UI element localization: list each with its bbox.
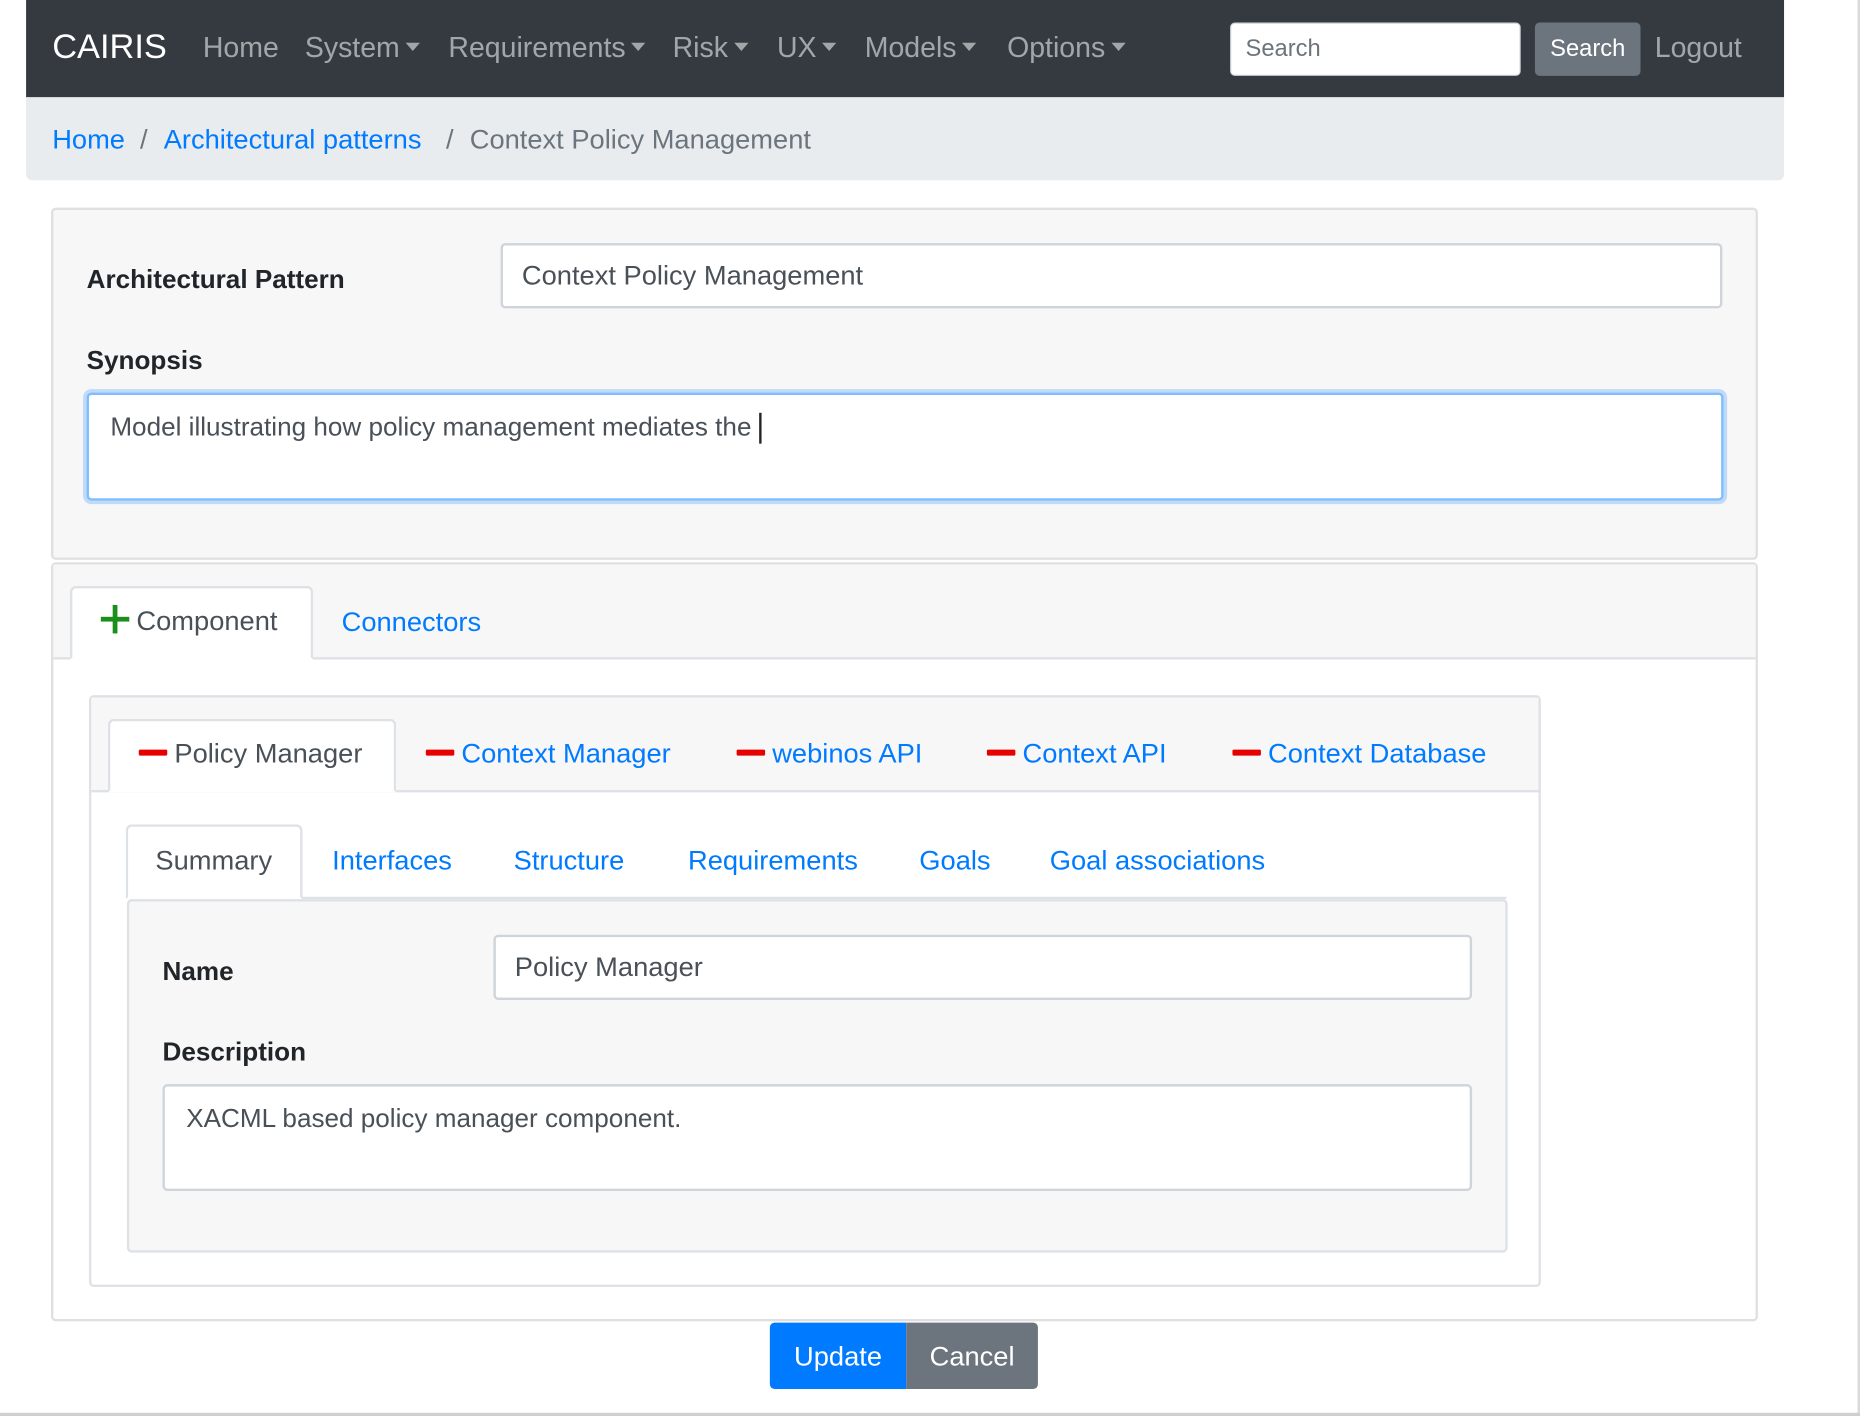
component-description-value: XACML based policy manager component. bbox=[186, 1103, 682, 1133]
synopsis-textarea[interactable]: Model illustrating how policy management… bbox=[86, 392, 1724, 501]
description-label: Description bbox=[162, 1036, 307, 1067]
nav-risk-label: Risk bbox=[672, 32, 728, 65]
caret-down-icon bbox=[631, 42, 646, 52]
caret-down-icon bbox=[405, 42, 420, 52]
tab-interfaces[interactable]: Interfaces bbox=[332, 845, 452, 877]
breadcrumb-separator: / bbox=[446, 123, 454, 155]
breadcrumb-architectural-patterns[interactable]: Architectural patterns bbox=[164, 123, 422, 155]
breadcrumb: Home / Architectural patterns / Context … bbox=[26, 97, 1785, 181]
tab-structure[interactable]: Structure bbox=[514, 845, 625, 877]
nav-models-dropdown[interactable]: Models bbox=[865, 32, 977, 65]
minus-icon[interactable] bbox=[138, 749, 168, 756]
tab-goal-associations[interactable]: Goal associations bbox=[1050, 845, 1265, 877]
nav-system-label: System bbox=[304, 32, 400, 65]
breadcrumb-current: Context Policy Management bbox=[469, 123, 811, 155]
tab-component-label: Component bbox=[136, 604, 278, 636]
synopsis-value: Model illustrating how policy management… bbox=[110, 411, 752, 442]
nav-risk-dropdown[interactable]: Risk bbox=[673, 32, 749, 65]
component-panel: Policy Manager Context Manager webinos A… bbox=[88, 695, 1541, 1288]
component-name-value: Policy Manager bbox=[514, 951, 703, 983]
tab-webinos-api[interactable]: webinos API bbox=[736, 737, 923, 770]
architectural-pattern-value: Context Policy Management bbox=[521, 259, 864, 291]
text-cursor bbox=[758, 413, 761, 444]
tab-context-manager[interactable]: Context Manager bbox=[425, 737, 671, 770]
tab-context-database-label: Context Database bbox=[1268, 737, 1487, 769]
nav-options-label: Options bbox=[1007, 32, 1106, 65]
summary-panel: Name Policy Manager Description XACML ba… bbox=[126, 899, 1508, 1253]
plus-icon[interactable] bbox=[100, 604, 130, 634]
cancel-button[interactable]: Cancel bbox=[906, 1322, 1038, 1390]
component-description-textarea[interactable]: XACML based policy manager component. bbox=[162, 1084, 1473, 1191]
tab-context-database[interactable]: Context Database bbox=[1232, 738, 1486, 770]
minus-icon[interactable] bbox=[736, 749, 766, 756]
nav-models-label: Models bbox=[864, 32, 957, 65]
architectural-pattern-field[interactable]: Context Policy Management bbox=[500, 243, 1723, 309]
search-button[interactable]: Search bbox=[1534, 22, 1641, 76]
breadcrumb-separator: / bbox=[139, 123, 148, 155]
tab-goals[interactable]: Goals bbox=[919, 845, 990, 877]
logout-link[interactable]: Logout bbox=[1655, 32, 1742, 65]
nav-home-label: Home bbox=[202, 32, 279, 65]
search-input[interactable] bbox=[1230, 22, 1521, 76]
architectural-pattern-label: Architectural Pattern bbox=[86, 264, 345, 295]
pattern-form-panel: Architectural Pattern Context Policy Man… bbox=[51, 207, 1758, 560]
nav-requirements-dropdown[interactable]: Requirements bbox=[448, 32, 646, 65]
tab-component[interactable]: Component bbox=[69, 585, 314, 660]
caret-down-icon bbox=[1111, 42, 1126, 52]
top-navbar: CAIRIS Home System Requirements Risk UX … bbox=[26, 0, 1785, 98]
name-label: Name bbox=[162, 956, 234, 986]
page: CAIRIS Home System Requirements Risk UX … bbox=[0, 0, 1860, 1416]
tab-policy-manager[interactable]: Policy Manager bbox=[107, 718, 397, 793]
tab-connectors[interactable]: Connectors bbox=[342, 606, 482, 638]
minus-icon[interactable] bbox=[1232, 749, 1261, 756]
component-name-field[interactable]: Policy Manager bbox=[493, 934, 1473, 1000]
components-panel: Component Connectors Policy Manager Cont… bbox=[51, 562, 1758, 1322]
tab-policy-manager-label: Policy Manager bbox=[174, 737, 363, 769]
tab-context-api-label: Context API bbox=[1022, 737, 1167, 769]
update-button[interactable]: Update bbox=[769, 1322, 907, 1390]
nav-options-dropdown[interactable]: Options bbox=[1007, 32, 1126, 65]
nav-home[interactable]: Home bbox=[203, 32, 279, 65]
minus-icon[interactable] bbox=[986, 749, 1016, 756]
caret-down-icon bbox=[962, 42, 977, 52]
caret-down-icon bbox=[822, 42, 837, 52]
nav-ux-label: UX bbox=[776, 32, 817, 65]
tab-webinos-api-label: webinos API bbox=[772, 737, 923, 769]
tab-context-api[interactable]: Context API bbox=[986, 737, 1167, 770]
brand-logo[interactable]: CAIRIS bbox=[52, 28, 167, 67]
nav-ux-dropdown[interactable]: UX bbox=[777, 32, 837, 65]
nav-system-dropdown[interactable]: System bbox=[305, 32, 420, 65]
breadcrumb-home[interactable]: Home bbox=[52, 123, 125, 155]
tab-summary[interactable]: Summary bbox=[125, 824, 303, 900]
tab-context-manager-label: Context Manager bbox=[461, 737, 671, 769]
outer-tab-bar: Component Connectors bbox=[53, 564, 1756, 660]
nav-requirements-label: Requirements bbox=[448, 32, 626, 65]
minus-icon[interactable] bbox=[425, 749, 455, 756]
component-tab-bar: Policy Manager Context Manager webinos A… bbox=[91, 697, 1539, 793]
tab-requirements[interactable]: Requirements bbox=[688, 845, 858, 877]
synopsis-label: Synopsis bbox=[86, 345, 203, 375]
caret-down-icon bbox=[733, 42, 749, 52]
